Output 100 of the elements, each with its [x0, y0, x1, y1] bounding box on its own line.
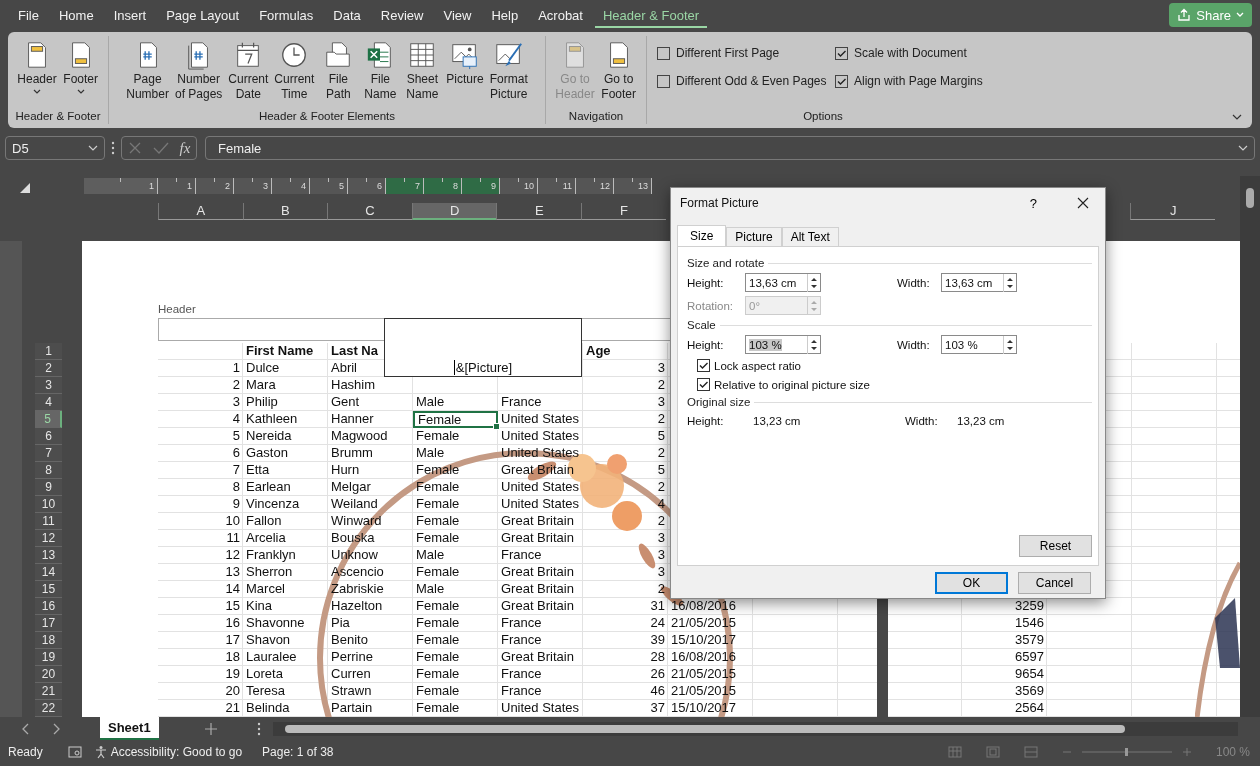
- table-cell-text: 2: [656, 581, 666, 598]
- field-label: Width:: [897, 276, 931, 289]
- table-cell-text: 2564: [1014, 700, 1045, 717]
- table-cell-text: 18: [224, 649, 241, 666]
- table-cell-text: Strawn: [330, 683, 373, 700]
- table-cell-text: Unknow: [330, 547, 379, 564]
- group-label: Navigation: [567, 110, 625, 124]
- table-cell-text: United States: [500, 411, 581, 428]
- table-cell-text: France: [500, 615, 543, 632]
- table-cell-text: United States: [500, 479, 581, 496]
- status-text: Page: 1 of 38: [262, 745, 334, 759]
- table-cell-text: Magwood: [330, 428, 389, 445]
- table-cell-text: Vincenza: [245, 496, 301, 513]
- table-cell-text: 3: [656, 360, 666, 377]
- table-cell-text: Great Britain: [500, 513, 575, 530]
- table-cell-text: Marcel: [245, 581, 286, 598]
- field-label: Rotation:: [687, 299, 735, 312]
- table-cell-text: France: [500, 394, 543, 411]
- ruler-number: 7: [415, 181, 421, 191]
- table-cell-text: 26: [649, 666, 666, 683]
- table-cell-text: 6597: [1014, 649, 1045, 666]
- ruler-number: 4: [301, 181, 307, 191]
- ruler-number: 11: [562, 181, 573, 191]
- table-cell-text: 2: [231, 377, 241, 394]
- field-label: Width:: [897, 338, 931, 351]
- table-cell-text: 5: [656, 462, 666, 479]
- table-cell-text: 1: [231, 360, 241, 377]
- rotation-field: 0°: [745, 296, 821, 315]
- table-cell-text: 2: [656, 411, 666, 428]
- table-cell-text: Great Britain: [500, 462, 575, 479]
- table-cell-text: Shavonne: [245, 615, 306, 632]
- table-cell-text: Nereida: [245, 428, 293, 445]
- table-cell-text: Ascencio: [330, 564, 385, 581]
- table-cell-text: Belinda: [245, 700, 291, 717]
- status-text: Ready: [8, 745, 43, 759]
- table-cell-text: Gent: [330, 394, 361, 411]
- table-cell-text: United States: [500, 496, 581, 513]
- table-cell-text: Great Britain: [500, 564, 575, 581]
- table-cell-text: Kathleen: [245, 411, 299, 428]
- section-heading: Original size: [687, 396, 751, 408]
- table-cell-text: Hashim: [330, 377, 377, 394]
- table-cell-text: 14: [224, 581, 241, 598]
- table-cell-text: 28: [649, 649, 666, 666]
- table-cell-text: France: [500, 683, 543, 700]
- table-cell-text: Zabriskie: [330, 581, 385, 598]
- table-cell-text: Great Britain: [500, 530, 575, 547]
- table-cell-text: 6: [231, 445, 241, 462]
- table-cell-text: 16: [224, 615, 241, 632]
- table-cell-text: United States: [500, 700, 581, 717]
- table-cell-text: Earlean: [245, 479, 292, 496]
- table-cell-text: 3569: [1014, 683, 1045, 700]
- table-cell-text: Franklyn: [245, 547, 297, 564]
- table-cell-text: 21/05/2015: [670, 615, 738, 632]
- size-value: 13,23 cm: [752, 415, 802, 427]
- table-cell-text: Hurn: [330, 462, 361, 479]
- table-cell-text: Bouska: [330, 530, 376, 547]
- ruler-number: 6: [377, 181, 383, 191]
- column-title: Last Na: [330, 343, 379, 360]
- table-cell-text: 7: [231, 462, 241, 479]
- table-cell-text: Mara: [245, 377, 277, 394]
- table-cell-text: Sherron: [245, 564, 294, 581]
- table-cell-text: Weiland: [330, 496, 379, 513]
- table-cell-text: 10: [224, 513, 241, 530]
- table-cell-text: Perrine: [330, 649, 374, 666]
- table-cell-text: Melgar: [330, 479, 372, 496]
- table-cell-text: Shavon: [245, 632, 292, 649]
- table-cell-text: 46: [649, 683, 666, 700]
- table-cell-text: 3: [656, 547, 666, 564]
- table-cell-text: Fallon: [245, 513, 283, 530]
- table-cell-text: 5: [656, 428, 666, 445]
- table-cell-text: United States: [500, 428, 581, 445]
- table-cell-text: France: [500, 632, 543, 649]
- table-cell-text: Etta: [245, 462, 271, 479]
- group-label: Header & Footer Elements: [257, 110, 397, 124]
- table-cell-text: 3: [656, 530, 666, 547]
- group-label: Options: [802, 110, 844, 124]
- table-cell-text: 4: [231, 411, 241, 428]
- table-cell-text: 3: [656, 394, 666, 411]
- table-cell-text: Arcelia: [245, 530, 287, 547]
- table-cell-text: 31: [649, 598, 666, 615]
- table-cell-text: 11: [225, 530, 241, 547]
- ruler-number: 2: [225, 181, 231, 191]
- table-cell-text: Great Britain: [500, 649, 575, 666]
- table-cell-text: 21/05/2015: [670, 683, 738, 700]
- table-cell-text: Brumm: [330, 445, 374, 462]
- table-cell-text: 15: [224, 598, 241, 615]
- table-cell-text: 9: [231, 496, 241, 513]
- table-cell-text: 16/08/2016: [670, 649, 738, 666]
- table-cell-text: Gaston: [245, 445, 289, 462]
- table-cell-text: 9654: [1014, 666, 1045, 683]
- table-cell-text: Kina: [245, 598, 274, 615]
- table-cell-text: France: [500, 666, 543, 683]
- table-cell-text: 17: [224, 632, 241, 649]
- table-cell-text: Lauralee: [245, 649, 298, 666]
- table-cell-text: 16/08/2016: [670, 598, 738, 615]
- table-cell-text: 3: [231, 394, 241, 411]
- table-cell-text: 8: [231, 479, 241, 496]
- table-cell-text: Loreta: [245, 666, 284, 683]
- ruler-number: 9: [491, 181, 497, 191]
- table-cell-text: Philip: [245, 394, 279, 411]
